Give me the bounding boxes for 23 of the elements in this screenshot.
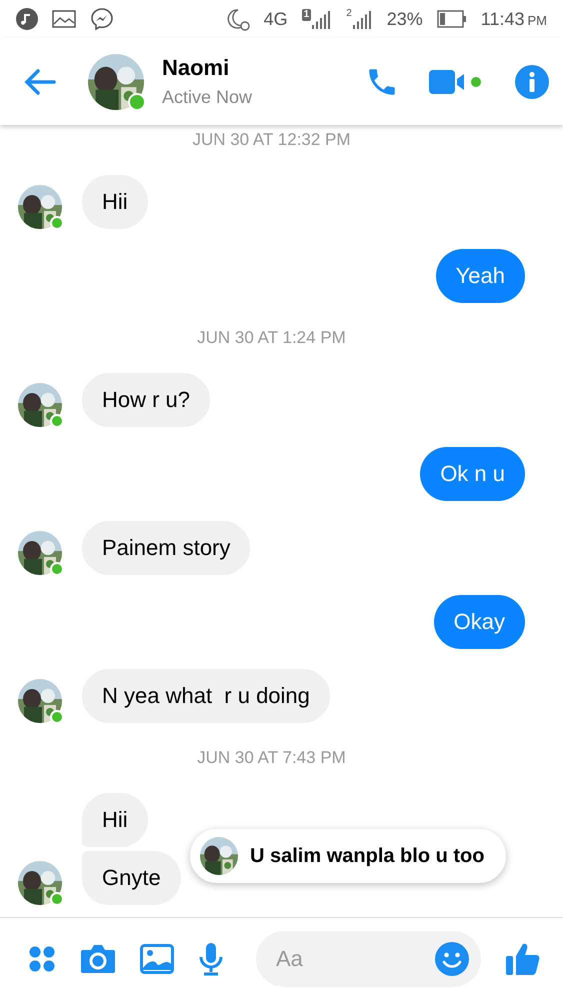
message-bubble: Painem story (82, 521, 250, 575)
timestamp: JUN 30 AT 7:43 PM (197, 747, 346, 769)
notification-text: U salim wanpla blo u too (250, 844, 484, 868)
sim-number: 2 (346, 9, 352, 19)
message-bubble: N yea what r u doing (82, 669, 330, 723)
timestamp: JUN 30 AT 12:32 PM (192, 129, 351, 151)
message-bubble: Hii (82, 175, 148, 229)
message-bubble: How r u? (82, 373, 210, 427)
message-bubble: Hii (82, 793, 148, 847)
timestamp: JUN 30 AT 1:24 PM (197, 327, 346, 349)
message-input[interactable]: Aa (256, 931, 481, 987)
message-bubble: Ok n u (420, 447, 525, 501)
notification-toast[interactable]: U salim wanpla blo u too (190, 829, 506, 883)
contact-name: Naomi (162, 55, 230, 81)
message-bubble: Yeah (436, 249, 525, 303)
clock-period: PM (528, 12, 547, 28)
active-status: Active Now (162, 87, 254, 108)
battery-percent: 23% (386, 8, 423, 30)
message-bubble: Okay (434, 595, 525, 649)
network-type: 4G (264, 8, 288, 30)
message-bubble: Gnyte (82, 851, 181, 905)
clock: 11:43 (480, 8, 524, 30)
sim-badge: 1 (302, 9, 312, 21)
